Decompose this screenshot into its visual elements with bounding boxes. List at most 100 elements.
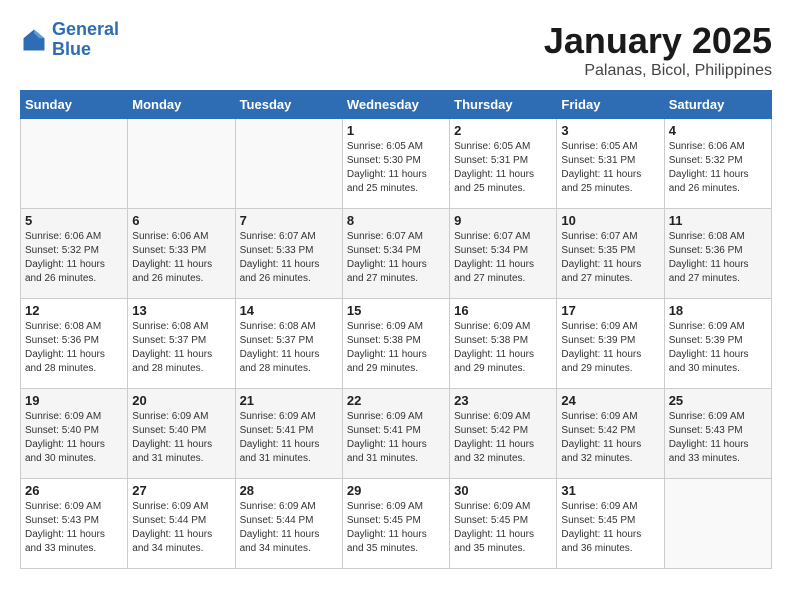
day-number: 27	[132, 483, 230, 498]
calendar-week-4: 19 Sunrise: 6:09 AM Sunset: 5:40 PM Dayli…	[21, 389, 772, 479]
calendar-cell: 19Sunrise: 6:09 AM Sunset: 5:40 PM Dayli…	[21, 389, 128, 479]
day-info: Sunrise: 6:08 AM Sunset: 5:36 PM Dayligh…	[669, 230, 767, 286]
day-info: Sunrise: 6:07 AM Sunset: 5:34 PM Dayligh…	[454, 230, 552, 286]
day-info: Sunrise: 6:09 AM Sunset: 5:45 PM Dayligh…	[561, 500, 659, 556]
calendar-cell: 21 Sunrise: 6:09 AM Sunset: 5:41 PM Dayli…	[235, 389, 342, 479]
day-number: 28	[240, 483, 338, 498]
day-info: Sunrise: 6:09 AM Sunset: 5:45 PM Dayligh…	[454, 500, 552, 556]
header-tuesday: Tuesday	[235, 91, 342, 119]
calendar-cell: 22 Sunrise: 6:09 AM Sunset: 5:41 PM Dayli…	[342, 389, 449, 479]
day-number: 19	[25, 393, 123, 408]
calendar-cell: 14 Sunrise: 6:08 AM Sunset: 5:37 PM Dayli…	[235, 299, 342, 389]
calendar-cell: 11 Sunrise: 6:08 AM Sunset: 5:36 PM Dayli…	[664, 209, 771, 299]
day-info: Sunrise: 6:07 AM Sunset: 5:33 PM Dayligh…	[240, 230, 338, 286]
calendar-cell: 9 Sunrise: 6:07 AM Sunset: 5:34 PM Daylig…	[450, 209, 557, 299]
day-info: Sunrise: 6:06 AM Sunset: 5:33 PM Dayligh…	[132, 230, 230, 286]
calendar-week-1: 1 Sunrise: 6:05 AM Sunset: 5:30 PM Daylig…	[21, 119, 772, 209]
calendar-cell: 31 Sunrise: 6:09 AM Sunset: 5:45 PM Dayli…	[557, 479, 664, 569]
day-number: 20	[132, 393, 230, 408]
calendar-cell: 17Sunrise: 6:09 AM Sunset: 5:39 PM Dayli…	[557, 299, 664, 389]
calendar-cell: 26 Sunrise: 6:09 AM Sunset: 5:43 PM Dayli…	[21, 479, 128, 569]
calendar-cell: 2Sunrise: 6:05 AM Sunset: 5:31 PM Daylig…	[450, 119, 557, 209]
calendar-cell: 1 Sunrise: 6:05 AM Sunset: 5:30 PM Daylig…	[342, 119, 449, 209]
day-info: Sunrise: 6:09 AM Sunset: 5:41 PM Dayligh…	[347, 410, 445, 466]
day-number: 31	[561, 483, 659, 498]
calendar-week-5: 26 Sunrise: 6:09 AM Sunset: 5:43 PM Dayli…	[21, 479, 772, 569]
calendar-cell: 24 Sunrise: 6:09 AM Sunset: 5:42 PM Dayli…	[557, 389, 664, 479]
calendar-cell: 13 Sunrise: 6:08 AM Sunset: 5:37 PM Dayli…	[128, 299, 235, 389]
day-number: 24	[561, 393, 659, 408]
day-info: Sunrise: 6:08 AM Sunset: 5:37 PM Dayligh…	[240, 320, 338, 376]
calendar-cell: 5Sunrise: 6:06 AM Sunset: 5:32 PM Daylig…	[21, 209, 128, 299]
day-info: Sunrise: 6:09 AM Sunset: 5:45 PM Dayligh…	[347, 500, 445, 556]
day-info: Sunrise: 6:07 AM Sunset: 5:35 PM Dayligh…	[561, 230, 659, 286]
day-number: 23	[454, 393, 552, 408]
day-info: Sunrise: 6:07 AM Sunset: 5:34 PM Dayligh…	[347, 230, 445, 286]
day-number: 7	[240, 213, 338, 228]
day-number: 21	[240, 393, 338, 408]
title-area: January 2025 Palanas, Bicol, Philippines	[544, 20, 772, 80]
calendar-cell: 29 Sunrise: 6:09 AM Sunset: 5:45 PM Dayli…	[342, 479, 449, 569]
calendar-cell: 20 Sunrise: 6:09 AM Sunset: 5:40 PM Dayli…	[128, 389, 235, 479]
day-number: 26	[25, 483, 123, 498]
logo-line1: General	[52, 19, 119, 39]
day-number: 9	[454, 213, 552, 228]
logo-icon	[20, 26, 48, 54]
day-info: Sunrise: 6:06 AM Sunset: 5:32 PM Dayligh…	[669, 140, 767, 196]
header-friday: Friday	[557, 91, 664, 119]
day-info: Sunrise: 6:09 AM Sunset: 5:43 PM Dayligh…	[669, 410, 767, 466]
day-info: Sunrise: 6:09 AM Sunset: 5:44 PM Dayligh…	[240, 500, 338, 556]
day-info: Sunrise: 6:08 AM Sunset: 5:37 PM Dayligh…	[132, 320, 230, 376]
day-info: Sunrise: 6:09 AM Sunset: 5:38 PM Dayligh…	[347, 320, 445, 376]
calendar-cell: 15 Sunrise: 6:09 AM Sunset: 5:38 PM Dayli…	[342, 299, 449, 389]
header-saturday: Saturday	[664, 91, 771, 119]
header-wednesday: Wednesday	[342, 91, 449, 119]
calendar-cell: 7 Sunrise: 6:07 AM Sunset: 5:33 PM Daylig…	[235, 209, 342, 299]
calendar-cell: 10 Sunrise: 6:07 AM Sunset: 5:35 PM Dayli…	[557, 209, 664, 299]
calendar-header-row: SundayMondayTuesdayWednesdayThursdayFrid…	[21, 91, 772, 119]
day-info: Sunrise: 6:09 AM Sunset: 5:42 PM Dayligh…	[454, 410, 552, 466]
calendar-cell: 16Sunrise: 6:09 AM Sunset: 5:38 PM Dayli…	[450, 299, 557, 389]
day-number: 18	[669, 303, 767, 318]
day-info: Sunrise: 6:09 AM Sunset: 5:39 PM Dayligh…	[561, 320, 659, 376]
day-number: 30	[454, 483, 552, 498]
calendar-cell: 25 Sunrise: 6:09 AM Sunset: 5:43 PM Dayli…	[664, 389, 771, 479]
day-number: 12	[25, 303, 123, 318]
header-sunday: Sunday	[21, 91, 128, 119]
day-number: 13	[132, 303, 230, 318]
day-number: 10	[561, 213, 659, 228]
day-info: Sunrise: 6:09 AM Sunset: 5:38 PM Dayligh…	[454, 320, 552, 376]
subtitle: Palanas, Bicol, Philippines	[544, 62, 772, 80]
day-number: 5	[25, 213, 123, 228]
day-number: 14	[240, 303, 338, 318]
day-info: Sunrise: 6:09 AM Sunset: 5:40 PM Dayligh…	[132, 410, 230, 466]
day-number: 11	[669, 213, 767, 228]
calendar-cell: 28 Sunrise: 6:09 AM Sunset: 5:44 PM Dayli…	[235, 479, 342, 569]
calendar-cell	[128, 119, 235, 209]
day-number: 25	[669, 393, 767, 408]
day-number: 6	[132, 213, 230, 228]
calendar-cell: 30 Sunrise: 6:09 AM Sunset: 5:45 PM Dayli…	[450, 479, 557, 569]
day-info: Sunrise: 6:05 AM Sunset: 5:30 PM Dayligh…	[347, 140, 445, 196]
logo-text: General Blue	[52, 20, 119, 60]
day-info: Sunrise: 6:05 AM Sunset: 5:31 PM Dayligh…	[454, 140, 552, 196]
calendar-table: SundayMondayTuesdayWednesdayThursdayFrid…	[20, 90, 772, 569]
day-number: 3	[561, 123, 659, 138]
day-info: Sunrise: 6:05 AM Sunset: 5:31 PM Dayligh…	[561, 140, 659, 196]
day-info: Sunrise: 6:09 AM Sunset: 5:42 PM Dayligh…	[561, 410, 659, 466]
day-info: Sunrise: 6:09 AM Sunset: 5:43 PM Dayligh…	[25, 500, 123, 556]
day-number: 22	[347, 393, 445, 408]
day-number: 29	[347, 483, 445, 498]
logo: General Blue	[20, 20, 119, 60]
day-number: 1	[347, 123, 445, 138]
calendar-cell	[664, 479, 771, 569]
day-info: Sunrise: 6:09 AM Sunset: 5:41 PM Dayligh…	[240, 410, 338, 466]
day-info: Sunrise: 6:08 AM Sunset: 5:36 PM Dayligh…	[25, 320, 123, 376]
calendar-cell: 4Sunrise: 6:06 AM Sunset: 5:32 PM Daylig…	[664, 119, 771, 209]
calendar-week-3: 12 Sunrise: 6:08 AM Sunset: 5:36 PM Dayli…	[21, 299, 772, 389]
calendar-cell: 23 Sunrise: 6:09 AM Sunset: 5:42 PM Dayli…	[450, 389, 557, 479]
day-number: 15	[347, 303, 445, 318]
day-info: Sunrise: 6:09 AM Sunset: 5:44 PM Dayligh…	[132, 500, 230, 556]
calendar-cell: 8Sunrise: 6:07 AM Sunset: 5:34 PM Daylig…	[342, 209, 449, 299]
day-info: Sunrise: 6:09 AM Sunset: 5:39 PM Dayligh…	[669, 320, 767, 376]
